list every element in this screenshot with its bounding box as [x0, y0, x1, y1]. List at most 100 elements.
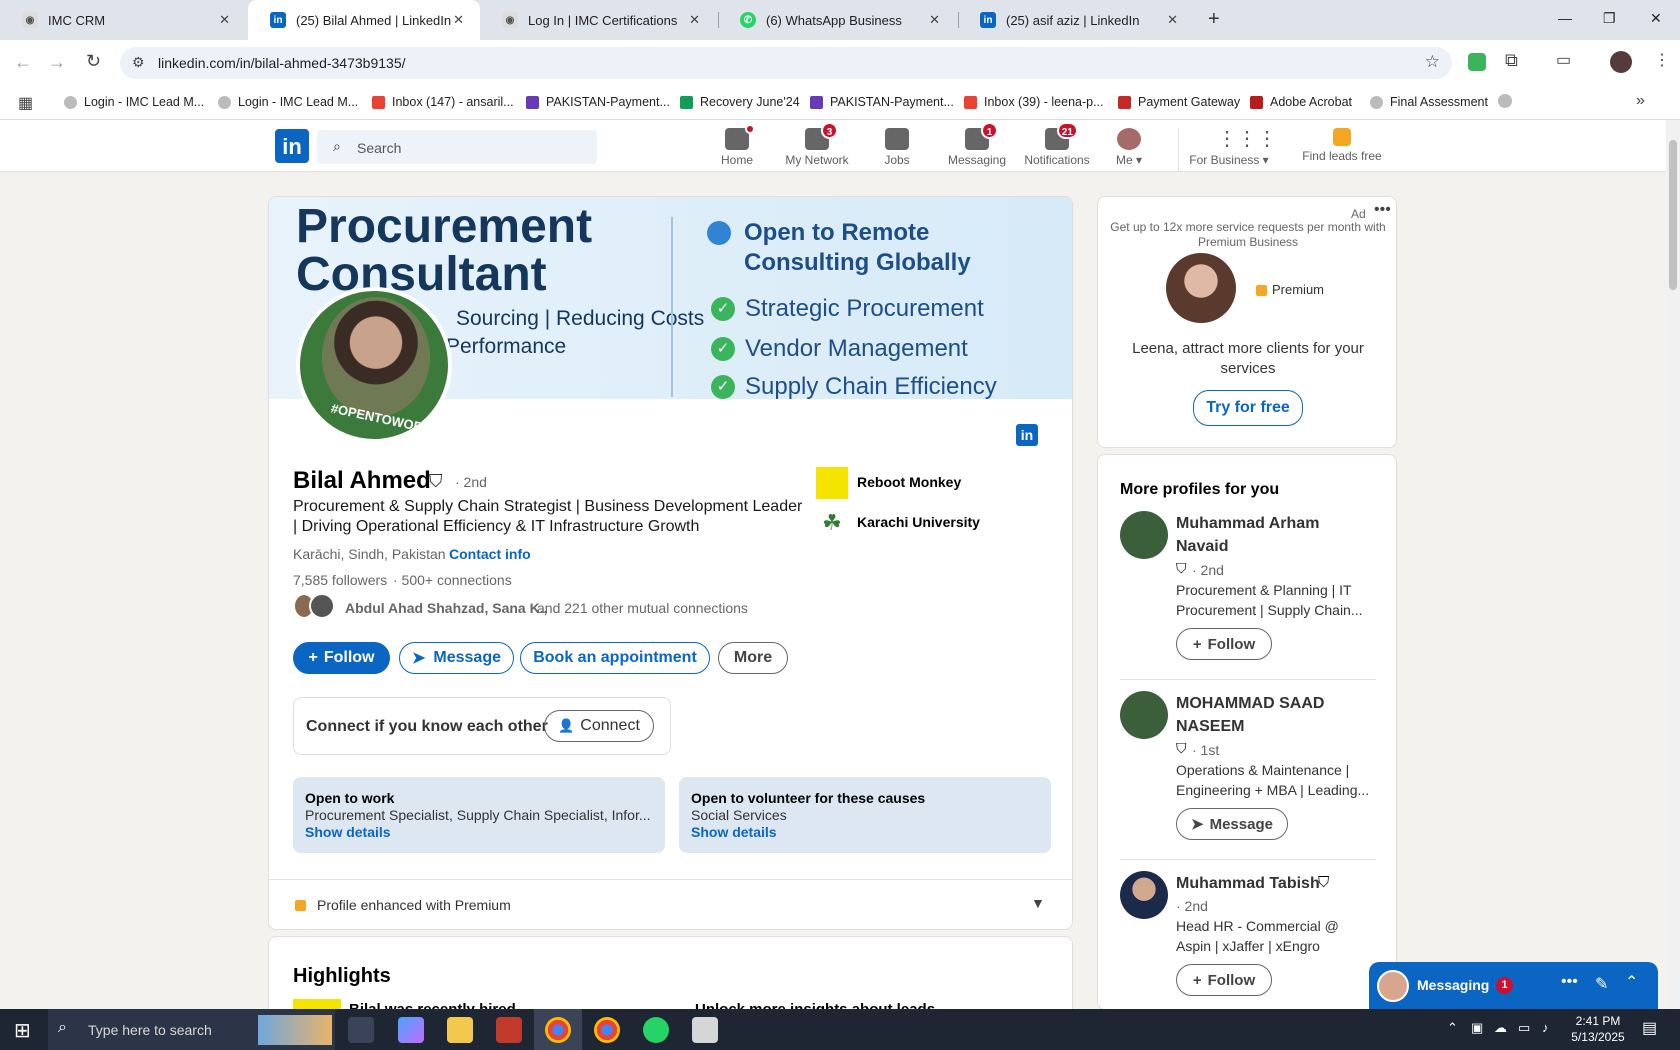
close-tab-icon[interactable]: ✕ — [1167, 12, 1178, 28]
tab-imc-crm[interactable]: ◉ IMC CRM ✕ — [0, 0, 246, 40]
nav-jobs[interactable]: Jobs — [857, 124, 937, 167]
bookmark-item[interactable]: Login - IMC Lead M... — [64, 95, 204, 109]
follow-button[interactable]: + Follow — [1176, 628, 1272, 660]
person-name[interactable]: Navaid — [1176, 538, 1228, 556]
avatar[interactable] — [1120, 691, 1168, 739]
nav-find-leads[interactable]: Find leads free — [1300, 124, 1384, 163]
bookmark-item[interactable]: Recovery June'24 — [680, 95, 800, 109]
forward-icon[interactable]: → — [48, 52, 66, 73]
bookmark-item[interactable]: Inbox (39) - leena-p... — [964, 95, 1104, 109]
more-bookmarks-icon[interactable]: » — [1636, 92, 1645, 110]
more-button[interactable]: More — [718, 642, 788, 674]
bookmark-item[interactable]: Login - IMC Lead M... — [218, 95, 358, 109]
copilot-icon[interactable] — [398, 1017, 424, 1043]
app-icon[interactable] — [692, 1017, 718, 1043]
nav-me[interactable]: Me ▾ — [1089, 124, 1169, 167]
scrollbar-thumb[interactable] — [1669, 140, 1677, 290]
omnibox[interactable]: ⚙ linkedin.com/in/bilal-ahmed-3473b9135/… — [120, 47, 1452, 79]
cloud-icon[interactable]: ☁ — [1494, 1020, 1507, 1036]
bookmark-item[interactable]: Adobe Acrobat — [1250, 95, 1352, 109]
tab-search-icon[interactable]: ▭ — [1556, 50, 1571, 70]
url-text[interactable]: linkedin.com/in/bilal-ahmed-3473b9135/ — [158, 55, 406, 71]
bookmark-item[interactable]: Inbox (147) - ansaril... — [372, 95, 514, 109]
contact-info-link[interactable]: Contact info — [449, 546, 531, 562]
chrome-icon[interactable] — [594, 1017, 620, 1043]
messaging-dock[interactable]: Messaging 1 ••• ✎ ⌃ — [1369, 962, 1658, 1009]
connections-count[interactable]: · 500+ connections — [393, 572, 512, 588]
chevron-up-icon[interactable]: ⌃ — [1447, 1020, 1458, 1036]
more-options-icon[interactable]: ••• — [1374, 201, 1391, 219]
nav-for-business[interactable]: ⋮⋮⋮ For Business ▾ — [1187, 124, 1277, 167]
open-to-volunteer-card[interactable]: Open to volunteer for these causes Socia… — [679, 777, 1051, 853]
person-name[interactable]: Muhammad Tabish — [1176, 875, 1320, 893]
nav-my-network[interactable]: 3 My Network — [777, 122, 857, 167]
restore-icon[interactable]: ❐ — [1603, 10, 1616, 27]
open-to-work-card[interactable]: Open to work Procurement Specialist, Sup… — [293, 777, 665, 853]
file-explorer-icon[interactable] — [447, 1017, 473, 1043]
avatar[interactable] — [1120, 871, 1168, 919]
message-button[interactable]: ➤ Message — [1176, 808, 1288, 840]
person-name[interactable]: Muhammad Arham — [1176, 515, 1319, 533]
extension-icon[interactable] — [1468, 53, 1486, 71]
bookmark-star-icon[interactable]: ☆ — [1425, 52, 1440, 72]
bookmark-item[interactable]: PAKISTAN-Payment... — [810, 95, 954, 109]
more-options-icon[interactable]: ••• — [1561, 973, 1578, 991]
mutual-names[interactable]: Abdul Ahad Shahzad, Sana K., — [345, 600, 548, 616]
show-details-link[interactable]: Show details — [691, 824, 777, 840]
chevron-up-icon[interactable]: ⌃ — [1625, 972, 1638, 992]
clock[interactable]: 2:41 PM 5/13/2025 — [1566, 1013, 1630, 1045]
kebab-menu-icon[interactable]: ⋮ — [1654, 50, 1670, 70]
close-window-icon[interactable]: ✕ — [1650, 10, 1662, 27]
close-tab-icon[interactable]: ✕ — [453, 12, 464, 28]
education-school[interactable]: Karachi University — [857, 514, 980, 530]
tab-whatsapp[interactable]: ✆ (6) WhatsApp Business ✕ — [718, 0, 956, 40]
scrollbar[interactable] — [1666, 120, 1680, 1009]
nav-messaging[interactable]: 1 Messaging — [937, 122, 1017, 167]
whatsapp-icon[interactable] — [643, 1017, 669, 1043]
person-name[interactable]: MOHAMMAD SAAD — [1176, 695, 1324, 713]
new-tab-icon[interactable]: + — [1208, 8, 1220, 31]
nav-notifications[interactable]: 21 Notifications — [1017, 122, 1097, 167]
windows-start-icon[interactable]: ⊞ — [14, 1018, 31, 1043]
person-name[interactable]: NASEEM — [1176, 718, 1244, 736]
profile-photo[interactable]: #OPENTOWORK — [296, 287, 452, 443]
bookmark-icon[interactable] — [1498, 94, 1512, 108]
follow-button[interactable]: + Follow — [1176, 964, 1272, 996]
show-details-link[interactable]: Show details — [305, 824, 391, 840]
avatar[interactable] — [1120, 511, 1168, 559]
tab-imc-login[interactable]: ◉ Log In | IMC Certifications ✕ — [480, 0, 716, 40]
followers-count[interactable]: 7,585 followers — [293, 572, 387, 588]
tray-icon[interactable]: ▣ — [1471, 1020, 1483, 1036]
tab-asif-aziz[interactable]: in (25) asif aziz | LinkedIn ✕ — [958, 0, 1194, 40]
bookmark-item[interactable]: PAKISTAN-Payment... — [526, 95, 670, 109]
mutual-rest[interactable]: and 221 other mutual connections — [537, 600, 748, 616]
site-settings-icon[interactable]: ⚙ — [132, 54, 145, 71]
linkedin-logo[interactable]: in — [275, 129, 309, 163]
task-view-icon[interactable] — [348, 1017, 374, 1043]
chrome-icon[interactable] — [545, 1017, 571, 1043]
compose-icon[interactable]: ✎ — [1595, 974, 1608, 994]
minimize-icon[interactable]: — — [1558, 10, 1572, 26]
try-for-free-button[interactable]: Try for free — [1193, 390, 1303, 426]
profile-avatar-icon[interactable] — [1610, 51, 1632, 73]
reload-icon[interactable]: ↻ — [86, 51, 101, 72]
nav-home[interactable]: Home — [697, 124, 777, 167]
bookmark-item[interactable]: Payment Gateway — [1118, 95, 1240, 109]
close-tab-icon[interactable]: ✕ — [219, 12, 230, 28]
tab-bilal-ahmed[interactable]: in (25) Bilal Ahmed | LinkedIn ✕ — [248, 0, 480, 40]
message-button[interactable]: ➤ Message — [399, 642, 514, 674]
connect-button[interactable]: 👤 Connect — [544, 710, 654, 742]
caret-down-icon[interactable]: ▼ — [1031, 895, 1045, 911]
verified-shield-icon[interactable]: ⛉ — [429, 471, 443, 492]
taskbar-search[interactable]: ⌕ Type here to search — [48, 1009, 335, 1050]
book-appointment-button[interactable]: Book an appointment — [520, 642, 710, 674]
apps-grid-icon[interactable]: ▦ — [18, 93, 33, 113]
bookmark-item[interactable]: Final Assessment — [1370, 95, 1488, 109]
network-icon[interactable]: ▭ — [1518, 1020, 1530, 1036]
volume-icon[interactable]: ♪ — [1542, 1020, 1549, 1035]
search-input[interactable]: ⌕ Search — [317, 130, 597, 164]
back-icon[interactable]: ← — [14, 52, 32, 73]
notification-center-icon[interactable]: ▤ — [1642, 1018, 1657, 1038]
app-icon[interactable] — [496, 1017, 522, 1043]
follow-button[interactable]: + Follow — [293, 642, 390, 674]
